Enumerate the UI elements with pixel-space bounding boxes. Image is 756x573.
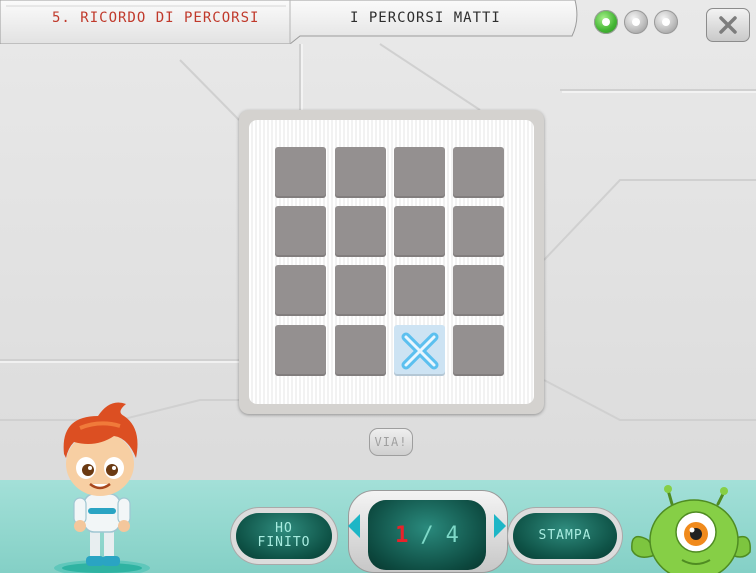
ho-finito-line2: FINITO xyxy=(257,535,311,550)
grid-cell[interactable] xyxy=(394,206,445,257)
board-grid xyxy=(249,120,534,404)
grid-cell[interactable] xyxy=(394,147,445,198)
grid-cell[interactable] xyxy=(453,147,504,198)
chevron-left-icon[interactable] xyxy=(348,514,360,538)
chevron-right-icon[interactable] xyxy=(494,514,506,538)
ho-finito-line1: HO xyxy=(275,521,293,536)
grid-cell[interactable] xyxy=(335,325,386,376)
grid-cell[interactable] xyxy=(275,206,326,257)
grid-cell[interactable] xyxy=(394,265,445,316)
progress-dot-2 xyxy=(624,10,648,34)
x-mark-icon xyxy=(401,332,438,369)
stampa-button[interactable]: STAMPA xyxy=(513,513,617,559)
grid-cell[interactable] xyxy=(275,265,326,316)
total-pages: 4 xyxy=(445,522,459,548)
current-page: 1 xyxy=(395,522,409,548)
grid-cell[interactable] xyxy=(335,265,386,316)
progress-dots xyxy=(594,10,678,34)
page-counter: 1 / 4 xyxy=(368,500,486,570)
grid-cell[interactable] xyxy=(453,265,504,316)
page-separator: / xyxy=(420,522,434,548)
grid-cell[interactable] xyxy=(335,206,386,257)
grid-cell[interactable] xyxy=(453,206,504,257)
game-board xyxy=(239,110,544,414)
section-title: 5. RICORDO DI PERCORSI xyxy=(52,10,260,26)
via-button[interactable]: VIA! xyxy=(369,428,413,456)
close-icon xyxy=(719,16,737,34)
grid-cell[interactable] xyxy=(275,147,326,198)
boy-character xyxy=(54,402,150,573)
progress-dot-1 xyxy=(594,10,618,34)
grid-cell[interactable] xyxy=(453,325,504,376)
game-title: I PERCORSI MATTI xyxy=(350,10,501,26)
alien-character xyxy=(631,485,751,573)
close-button[interactable] xyxy=(706,8,750,42)
top-bar: 5. RICORDO DI PERCORSI I PERCORSI MATTI xyxy=(0,0,756,44)
target-cell[interactable] xyxy=(394,325,445,376)
grid-cell[interactable] xyxy=(335,147,386,198)
ho-finito-button[interactable]: HO FINITO xyxy=(236,513,332,559)
progress-dot-3 xyxy=(654,10,678,34)
grid-cell[interactable] xyxy=(275,325,326,376)
